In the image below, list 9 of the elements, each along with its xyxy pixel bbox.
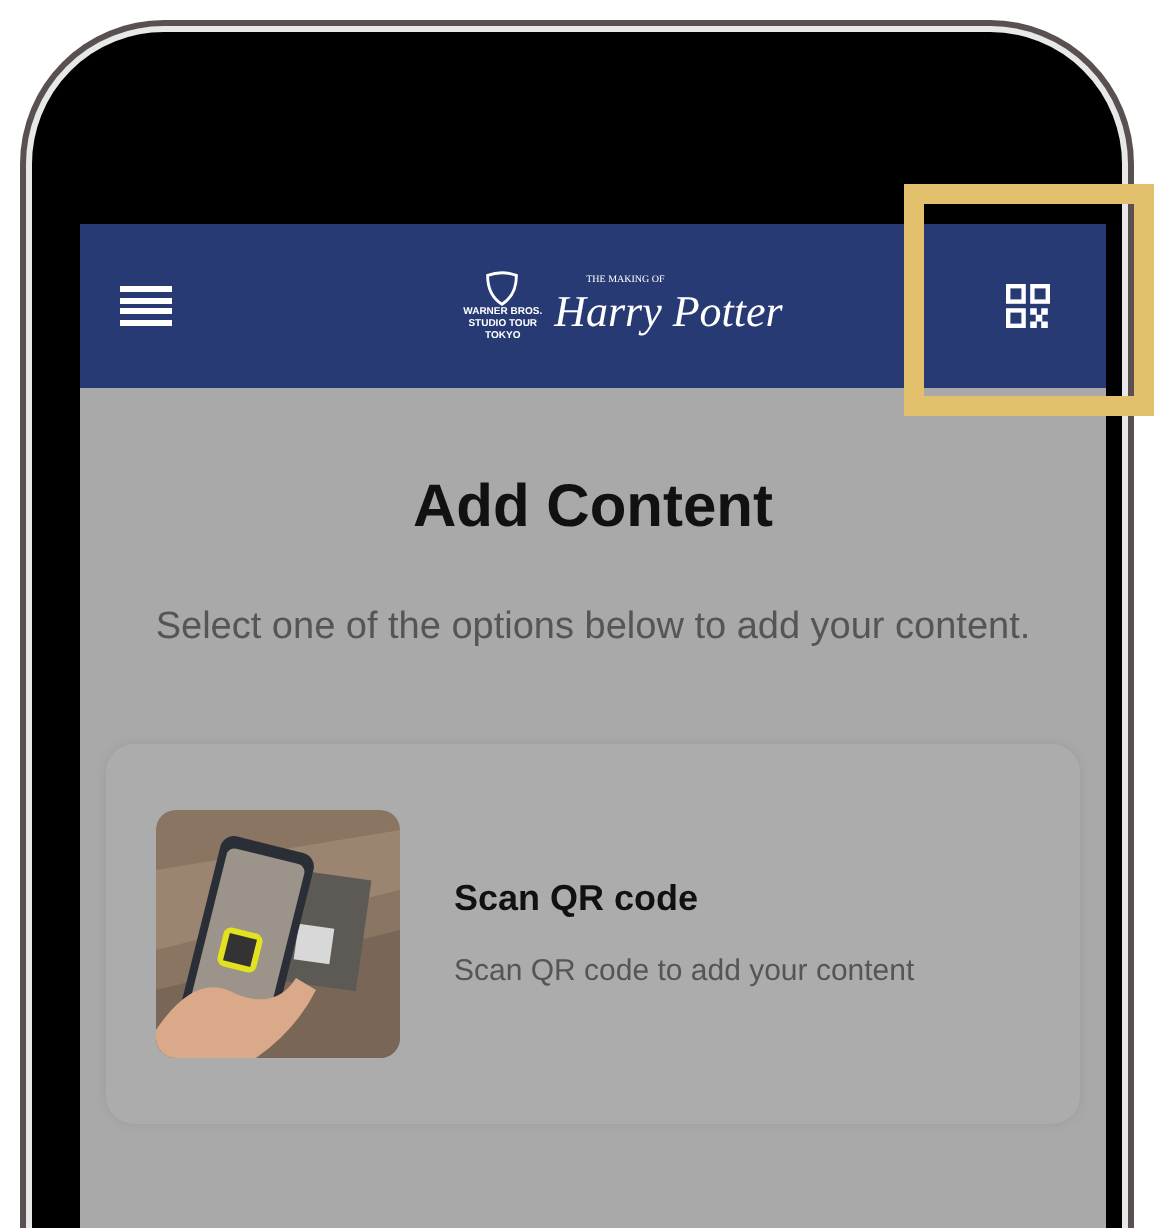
option-description: Scan QR code to add your content (454, 952, 915, 993)
logo-title: Harry Potter (554, 288, 783, 336)
qr-code-icon (1006, 284, 1050, 328)
page-subtitle: Select one of the options below to add your content. (153, 604, 1033, 652)
menu-button[interactable] (120, 284, 172, 328)
option-title: Scan QR code (454, 876, 701, 923)
option-card[interactable]: Scan QR code Scan QR code to add your content (106, 744, 1080, 1124)
page-title: Add Content (413, 472, 773, 544)
shield-icon (484, 270, 521, 306)
